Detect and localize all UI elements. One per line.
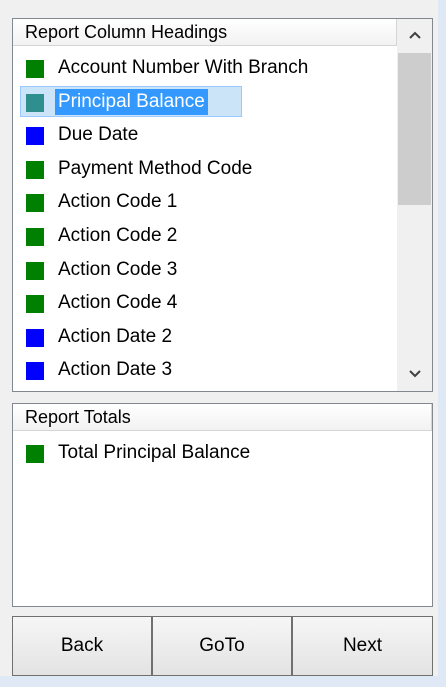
goto-button[interactable]: GoTo xyxy=(152,616,292,676)
color-swatch-icon xyxy=(26,445,44,463)
window-frame-left xyxy=(0,0,10,687)
color-swatch-icon xyxy=(26,194,44,213)
chevron-up-icon xyxy=(408,27,422,45)
list-item[interactable]: Total Principal Balance xyxy=(13,437,398,470)
color-swatch-icon xyxy=(26,127,44,146)
report-setup-window: Report Column Headings Account Number Wi… xyxy=(0,0,446,687)
color-swatch-icon xyxy=(26,261,44,280)
report-column-headings-list[interactable]: Report Column Headings Account Number Wi… xyxy=(12,18,433,392)
scroll-thumb[interactable] xyxy=(398,53,431,205)
list-item-label: Action Code 4 xyxy=(58,292,178,314)
scroll-up-button[interactable] xyxy=(397,19,432,52)
color-swatch-icon xyxy=(26,160,44,179)
list-item[interactable]: Account Number With Branch xyxy=(13,52,398,85)
color-swatch-icon xyxy=(26,328,44,347)
color-swatch-icon xyxy=(26,362,44,381)
list-item-label: Principal Balance xyxy=(55,88,208,115)
list-item[interactable]: Action Date 3 xyxy=(13,354,398,387)
list-item[interactable]: Action Code 4 xyxy=(13,287,398,320)
list-item[interactable]: Due Date xyxy=(13,119,398,152)
color-swatch-icon xyxy=(26,93,44,112)
color-swatch-icon xyxy=(26,228,44,246)
list-item[interactable]: Payment Method Code xyxy=(13,153,398,186)
list-item-label: Due Date xyxy=(58,124,139,146)
list-item[interactable]: Action Code 2 xyxy=(13,220,398,253)
list-item[interactable]: Principal Balance xyxy=(13,85,398,119)
color-swatch-icon xyxy=(26,295,44,314)
list-item-label: Action Date 3 xyxy=(58,359,173,381)
list-item[interactable]: Action Code 3 xyxy=(13,254,398,287)
list-item-label: Payment Method Code xyxy=(58,157,253,179)
list-item-label: Action Code 1 xyxy=(58,191,178,213)
back-button[interactable]: Back xyxy=(12,616,152,676)
report-totals-header[interactable]: Report Totals xyxy=(13,404,432,431)
list-item-label: Account Number With Branch xyxy=(58,57,309,78)
window-frame-right xyxy=(438,0,446,687)
list-item-label: Action Date 2 xyxy=(58,325,173,347)
report-totals-list[interactable]: Report Totals Total Principal Balance xyxy=(12,403,433,607)
next-button[interactable]: Next xyxy=(292,616,433,676)
chevron-down-icon xyxy=(408,366,422,384)
navigation-button-row: Back GoTo Next xyxy=(12,616,433,676)
list-item-label: Action Code 2 xyxy=(58,225,178,246)
list-item[interactable]: Action Date 2 xyxy=(13,321,398,354)
scroll-down-button[interactable] xyxy=(397,358,432,391)
list-item-label: Total Principal Balance xyxy=(58,442,251,463)
vertical-scrollbar[interactable] xyxy=(397,19,432,391)
list-item[interactable]: Action Code 1 xyxy=(13,186,398,219)
window-frame-bottom xyxy=(0,676,446,687)
report-column-headings-header[interactable]: Report Column Headings xyxy=(13,19,397,46)
color-swatch-icon xyxy=(26,60,44,78)
list-item-label: Action Code 3 xyxy=(58,258,178,280)
